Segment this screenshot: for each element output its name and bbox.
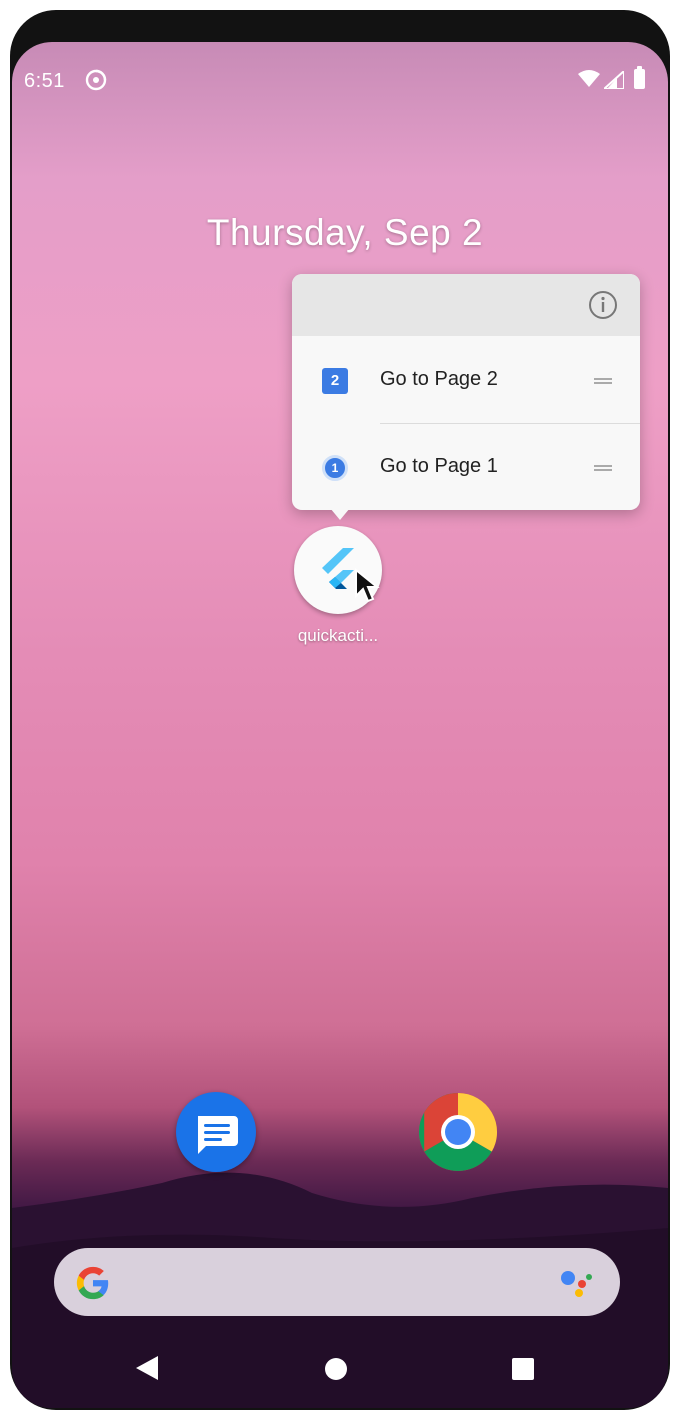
date-widget[interactable]: Thursday, Sep 2	[12, 212, 668, 254]
google-g-icon	[76, 1266, 109, 1300]
home-screen: 6:51 Thursday, Sep 2 2 Go to Page 2 1 Go…	[12, 42, 668, 1408]
home-icon[interactable]	[325, 1358, 347, 1380]
notification-app-icon	[85, 69, 107, 91]
app-shortcuts-popup: 2 Go to Page 2 1 Go to Page 1	[292, 274, 640, 510]
page-1-icon: 1	[322, 455, 348, 481]
shortcut-item-page-1[interactable]: 1 Go to Page 1	[292, 423, 640, 510]
messages-icon	[198, 1116, 238, 1154]
drag-handle-icon[interactable]	[594, 465, 612, 471]
drag-handle-icon[interactable]	[594, 378, 612, 384]
chrome-icon	[418, 1093, 498, 1172]
app-info-icon[interactable]	[588, 290, 618, 320]
mouse-cursor-icon	[355, 568, 380, 603]
popup-header	[292, 274, 640, 336]
status-bar: 6:51	[12, 42, 668, 122]
messages-app-icon[interactable]	[176, 1092, 256, 1172]
chrome-app-icon[interactable]	[418, 1092, 498, 1172]
signal-icon	[604, 71, 624, 89]
google-assistant-icon[interactable]	[560, 1268, 594, 1298]
phone-frame: 6:51 Thursday, Sep 2 2 Go to Page 2 1 Go…	[10, 10, 670, 1410]
wifi-icon	[578, 70, 600, 87]
status-time: 6:51	[24, 70, 65, 92]
popup-arrow	[330, 508, 350, 520]
battery-icon	[634, 66, 645, 89]
shortcut-label: Go to Page 1	[380, 455, 498, 477]
shortcut-label: Go to Page 2	[380, 368, 498, 390]
back-icon[interactable]	[136, 1356, 158, 1380]
google-search-bar[interactable]	[54, 1248, 620, 1316]
recents-icon[interactable]	[512, 1358, 534, 1380]
navigation-bar	[12, 1342, 668, 1408]
page-2-icon: 2	[322, 368, 348, 394]
shortcut-item-page-2[interactable]: 2 Go to Page 2	[292, 336, 640, 424]
app-label: quickacti...	[297, 626, 379, 645]
